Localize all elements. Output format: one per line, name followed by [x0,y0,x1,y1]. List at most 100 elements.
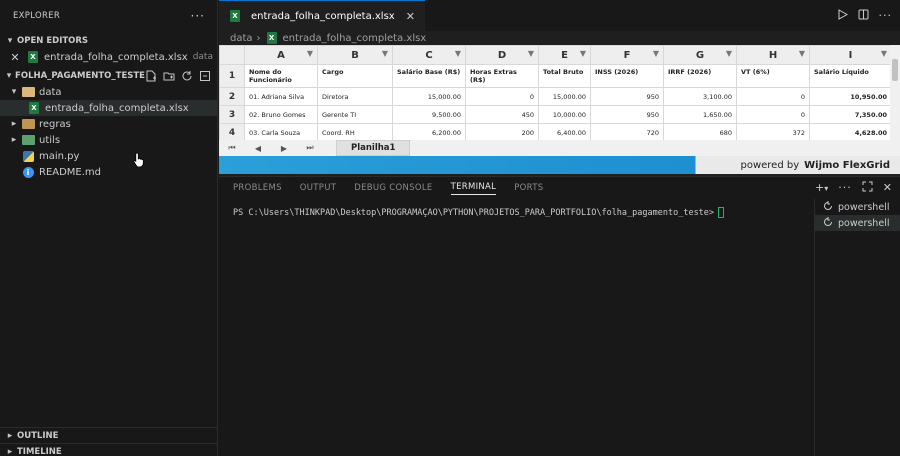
table-cell[interactable]: Diretora [317,87,393,106]
maximize-panel-icon[interactable] [862,181,873,195]
table-cell[interactable]: 950 [590,87,664,106]
grid-scrollbar[interactable] [890,45,900,140]
table-cell[interactable]: Coord. RH [317,123,393,140]
table-cell[interactable]: 10,950.00 [809,87,892,106]
table-cell[interactable]: 450 [465,105,539,124]
column-header[interactable]: I ▼ [809,45,892,65]
column-header[interactable]: H ▼ [736,45,810,65]
table-cell[interactable]: INSS (2026) [590,64,664,88]
table-cell[interactable]: 0 [736,87,810,106]
table-cell[interactable]: Nome do Funcionário [244,64,318,88]
row-header[interactable]: 4 [219,123,245,140]
column-header[interactable]: D ▼ [465,45,539,65]
open-editor-item[interactable]: ✕ X entrada_folha_completa.xlsx data [0,49,217,65]
tree-item-main-py[interactable]: main.py [0,148,217,168]
corner-cell[interactable] [219,45,245,65]
table-cell[interactable]: 03. Carla Souza [244,123,318,140]
row-header[interactable]: 1 [219,64,245,88]
tab-ports[interactable]: PORTS [514,183,543,193]
table-cell[interactable]: 01. Adriana Silva [244,87,318,106]
filter-icon[interactable]: ▼ [382,49,388,58]
next-sheet-icon[interactable]: ▶ [271,144,297,153]
tab-problems[interactable]: PROBLEMS [233,183,282,193]
filter-icon[interactable]: ▼ [799,49,805,58]
table-cell[interactable]: 15,000.00 [392,87,466,106]
tree-item-regras[interactable]: ▸ regras [0,116,217,132]
new-file-icon[interactable] [145,70,157,82]
table-cell[interactable]: 1,650.00 [663,105,737,124]
split-editor-icon[interactable] [858,9,869,23]
filter-icon[interactable]: ▼ [653,49,659,58]
filter-icon[interactable]: ▼ [580,49,586,58]
table-cell[interactable]: Total Bruto [538,64,591,88]
tab-output[interactable]: OUTPUT [300,183,336,193]
table-cell[interactable]: 950 [590,105,664,124]
first-sheet-icon[interactable]: ⏮ [219,143,245,153]
table-cell[interactable]: 3,100.00 [663,87,737,106]
column-header[interactable]: F ▼ [590,45,664,65]
tree-item-xlsx[interactable]: X entrada_folha_completa.xlsx [0,100,217,116]
table-cell[interactable]: 372 [736,123,810,140]
tree-item-readme[interactable]: i README.md [0,164,217,180]
timeline-section[interactable]: ▸ TIMELINE [0,443,218,456]
table-cell[interactable]: Gerente TI [317,105,393,124]
breadcrumb-folder[interactable]: data [230,33,253,44]
outline-section[interactable]: ▸ OUTLINE [0,427,218,444]
filter-icon[interactable]: ▼ [881,49,887,58]
table-cell[interactable]: 680 [663,123,737,140]
terminal-output[interactable]: PS C:\Users\THINKPAD\Desktop\PROGRAMAÇAO… [233,207,725,218]
project-section[interactable]: ▾ FOLHA_PAGAMENTO_TESTE [0,67,217,84]
table-cell[interactable]: 10,000.00 [538,105,591,124]
table-cell[interactable]: 720 [590,123,664,140]
terminal-instance[interactable]: powershell [815,215,900,231]
row-header[interactable]: 2 [219,87,245,106]
column-header[interactable]: E ▼ [538,45,591,65]
table-cell[interactable]: VT (6%) [736,64,810,88]
filter-icon[interactable]: ▼ [307,49,313,58]
table-cell[interactable]: Cargo [317,64,393,88]
more-actions-icon[interactable]: ··· [879,9,893,23]
close-tab-icon[interactable]: ✕ [406,10,415,23]
table-cell[interactable]: 6,400.00 [538,123,591,140]
table-cell[interactable]: 15,000.00 [538,87,591,106]
sheet-tab[interactable]: Planilha1 [336,140,411,156]
column-header[interactable]: G ▼ [663,45,737,65]
column-header[interactable]: A ▼ [244,45,318,65]
row-header[interactable]: 3 [219,105,245,124]
table-cell[interactable]: 0 [465,87,539,106]
tree-item-data[interactable]: ▾ data [0,84,217,100]
table-cell[interactable]: 6,200.00 [392,123,466,140]
terminal-instance[interactable]: powershell [815,199,900,215]
table-cell[interactable]: Horas Extras (R$) [465,64,539,88]
tab-debug-console[interactable]: DEBUG CONSOLE [354,183,432,193]
column-header[interactable]: B ▼ [317,45,393,65]
table-cell[interactable]: 0 [736,105,810,124]
new-terminal-icon[interactable]: +▾ [815,181,828,195]
open-editors-section[interactable]: ▾ OPEN EDITORS [0,32,217,49]
scroll-thumb[interactable] [892,59,898,81]
run-icon[interactable] [837,9,848,23]
prev-sheet-icon[interactable]: ◀ [245,144,271,153]
table-cell[interactable]: 200 [465,123,539,140]
filter-icon[interactable]: ▼ [528,49,534,58]
table-cell[interactable]: 7,350.00 [809,105,892,124]
collapse-all-icon[interactable] [199,70,211,82]
tab-terminal[interactable]: TERMINAL [450,182,497,195]
more-actions-icon[interactable]: ··· [838,181,852,195]
refresh-icon[interactable] [181,70,193,82]
editor-tab[interactable]: X entrada_folha_completa.xlsx ✕ [219,0,425,31]
close-panel-icon[interactable]: ✕ [883,181,892,195]
breadcrumb-file[interactable]: entrada_folha_completa.xlsx [283,33,427,44]
table-cell[interactable]: 4,628.00 [809,123,892,140]
new-folder-icon[interactable] [163,70,175,82]
spreadsheet-grid[interactable]: A ▼ B ▼ C ▼ D ▼ E ▼ F ▼ G ▼ H ▼ I ▼ 1 Nome do Fun… [219,45,900,140]
table-cell[interactable]: 9,500.00 [392,105,466,124]
table-cell[interactable]: Salário Base (R$) [392,64,466,88]
close-icon[interactable]: ✕ [8,50,22,64]
last-sheet-icon[interactable]: ⏭ [297,143,323,153]
table-cell[interactable]: Salário Líquido [809,64,892,88]
table-cell[interactable]: IRRF (2026) [663,64,737,88]
more-actions-icon[interactable]: ··· [191,9,205,23]
table-cell[interactable]: 02. Bruno Gomes [244,105,318,124]
tree-item-utils[interactable]: ▸ utils [0,132,217,148]
